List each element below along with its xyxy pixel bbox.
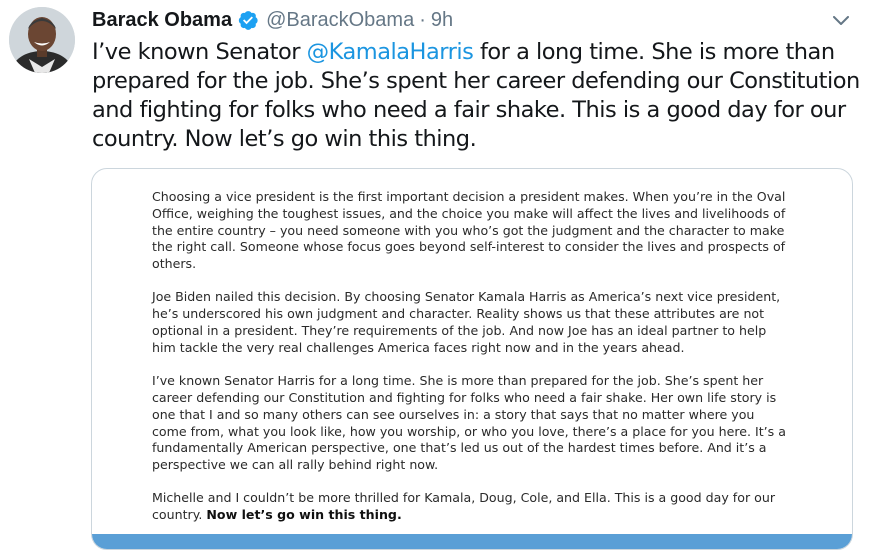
statement-closing-bold: Now let’s go win this thing. <box>206 507 402 523</box>
statement-document: Choosing a vice president is the first i… <box>152 189 792 541</box>
avatar[interactable] <box>9 7 75 73</box>
display-name[interactable]: Barack Obama <box>92 9 232 32</box>
card-footer-bar <box>92 534 852 549</box>
separator-dot: · <box>419 8 426 31</box>
chevron-down-icon[interactable] <box>830 10 852 32</box>
tweet-timestamp[interactable]: 9h <box>431 9 453 32</box>
verified-badge-icon <box>237 9 259 31</box>
statement-paragraph: I’ve known Senator Harris for a long tim… <box>152 373 786 473</box>
statement-paragraph: Choosing a vice president is the first i… <box>152 189 786 272</box>
statement-paragraph: Joe Biden nailed this decision. By choos… <box>152 289 781 355</box>
media-card[interactable]: Choosing a vice president is the first i… <box>91 168 853 550</box>
statement-paragraph-last: Michelle and I couldn’t be more thrilled… <box>152 490 792 524</box>
tweet-text-start: I’ve known Senator <box>92 39 307 65</box>
user-handle[interactable]: @BarackObama <box>266 9 414 32</box>
mention-link[interactable]: @KamalaHarris <box>307 39 474 65</box>
tweet-header: Barack Obama @BarackObama · 9h <box>92 6 453 34</box>
tweet-text: I’ve known Senator @KamalaHarris for a l… <box>92 38 862 154</box>
